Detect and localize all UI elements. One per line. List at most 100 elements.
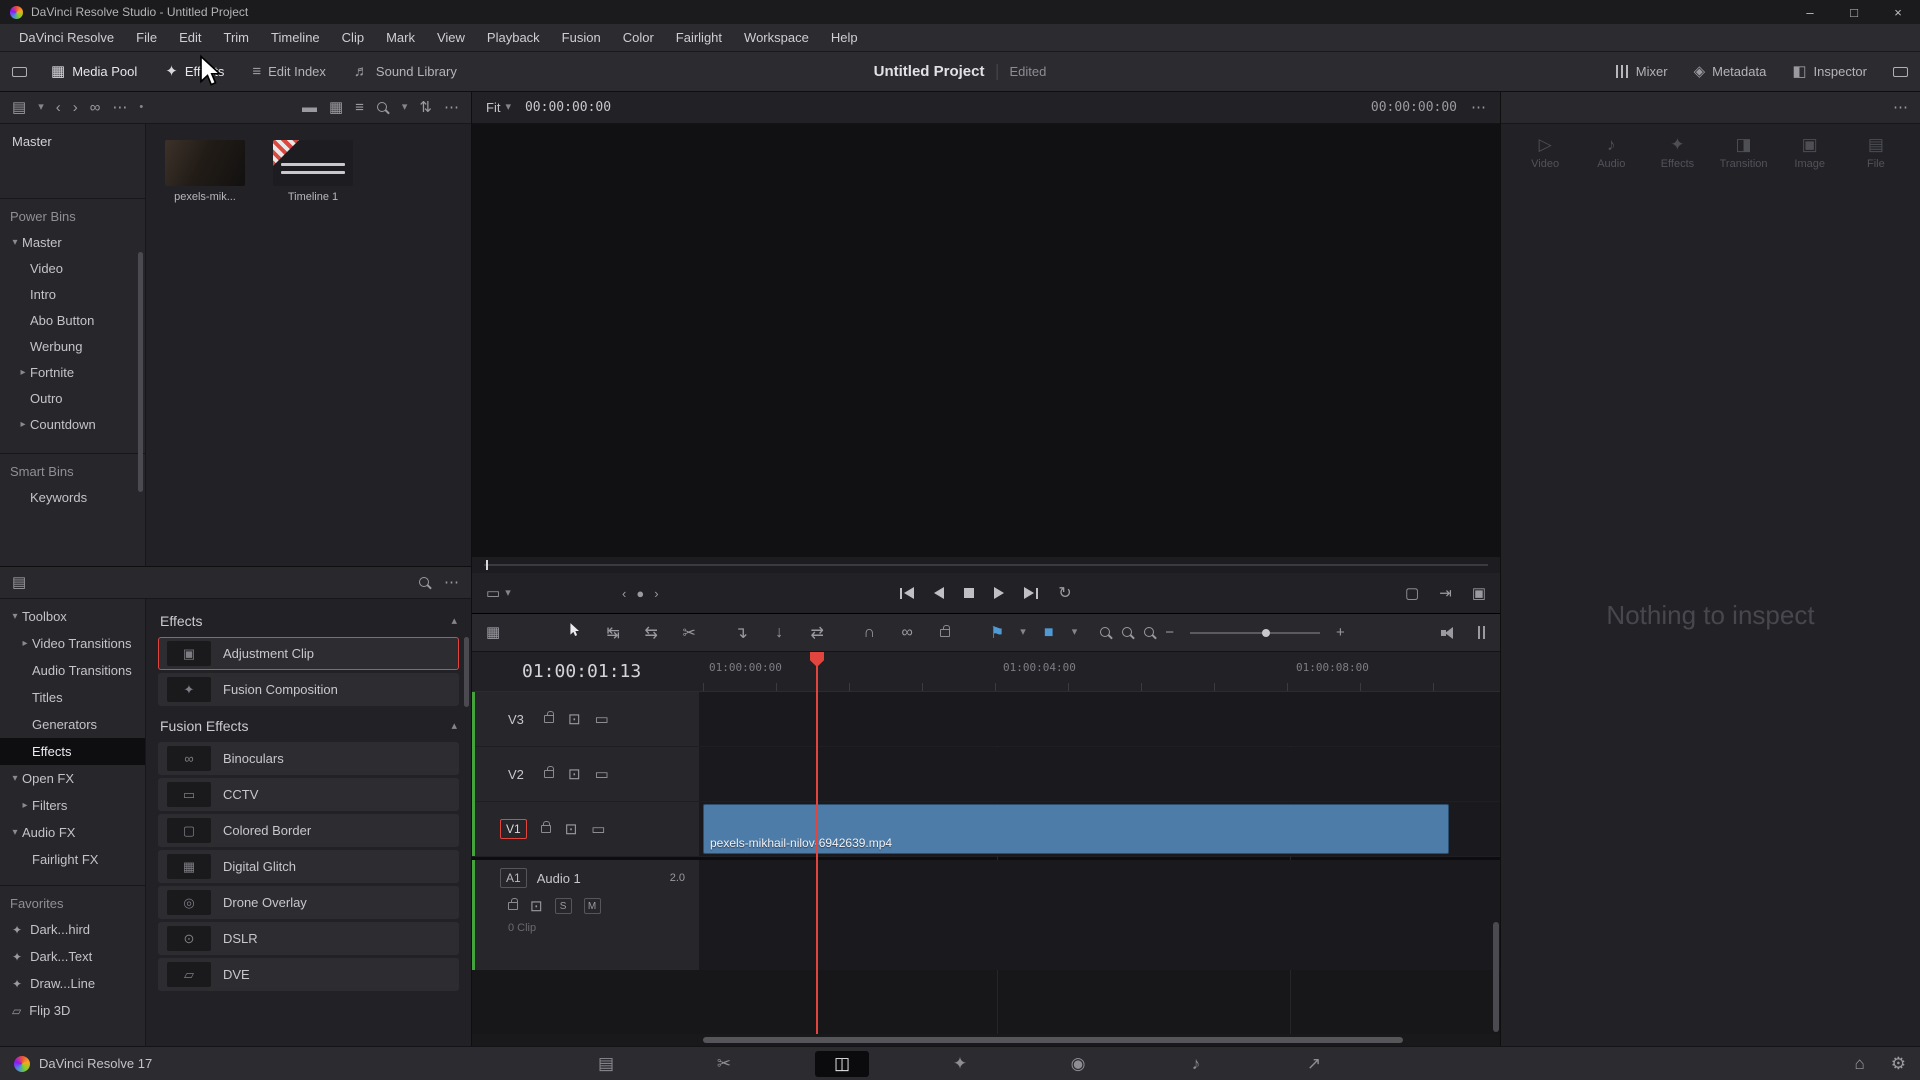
media-pool-options-icon[interactable]: ⋯ <box>444 100 459 115</box>
mute-button[interactable]: M <box>583 898 601 914</box>
lock-track-icon[interactable] <box>508 898 518 910</box>
effects-panel-toggle-icon[interactable]: ▤ <box>12 575 26 590</box>
media-clip-card[interactable]: pexels-mik... <box>164 140 246 203</box>
favorite-item-3[interactable]: ✦ Draw...Line <box>0 970 145 997</box>
audio-monitor-icon[interactable] <box>1441 626 1457 639</box>
detail-zoom-icon[interactable] <box>1121 626 1135 640</box>
collapse-section-icon[interactable]: ▴ <box>451 615 457 627</box>
auto-select-icon[interactable]: ⊡ <box>530 899 543 914</box>
timeline-view-options-icon[interactable]: ▦ <box>486 625 500 640</box>
dynamic-trim-tool[interactable]: ⇆ <box>636 623 666 643</box>
inspector-tab-transition[interactable]: ◨ Transition <box>1716 136 1772 170</box>
effects-search-icon[interactable] <box>418 576 432 590</box>
jog-icon[interactable]: ● <box>636 587 644 600</box>
flag-button[interactable]: ⚑ <box>982 623 1012 643</box>
chevron-down-icon[interactable]: ▾ <box>38 102 44 113</box>
menu-fusion[interactable]: Fusion <box>551 30 612 45</box>
effect-cctv[interactable]: ▭ CCTV <box>158 778 459 811</box>
play-reverse-button[interactable] <box>934 587 945 599</box>
menu-workspace[interactable]: Workspace <box>733 30 820 45</box>
tree-generators[interactable]: Generators <box>0 711 145 738</box>
full-extent-zoom-icon[interactable] <box>1099 626 1113 640</box>
track-header-v1[interactable]: V1 ⊡ ▭ <box>472 802 699 856</box>
bin-video[interactable]: Video <box>0 255 145 281</box>
menu-file[interactable]: File <box>125 30 168 45</box>
page-cut[interactable]: ✂ <box>697 1051 751 1077</box>
chevron-down-icon[interactable]: ▾ <box>1020 627 1026 638</box>
zoom-slider-knob[interactable] <box>1261 628 1270 637</box>
page-deliver[interactable]: ↗ <box>1287 1051 1341 1077</box>
tree-titles[interactable]: Titles <box>0 684 145 711</box>
tree-toolbox[interactable]: ▾ Toolbox <box>0 603 145 630</box>
inspector-button[interactable]: ◧ Inspector <box>1792 64 1867 79</box>
timeline-clip-card[interactable]: Timeline 1 <box>272 140 354 203</box>
inspector-tab-image[interactable]: ▣ Image <box>1782 136 1838 170</box>
filmstrip-view-icon[interactable]: ▬ <box>302 100 317 115</box>
menu-help[interactable]: Help <box>820 30 869 45</box>
list-view-icon[interactable]: ≡ <box>355 100 364 115</box>
bin-options-icon[interactable]: ⋯ <box>112 100 127 115</box>
page-edit[interactable]: ◫ <box>815 1050 869 1077</box>
zoom-dropdown[interactable]: Fit ▾ <box>486 100 511 115</box>
source-patch-icon[interactable]: ▭ <box>595 767 609 782</box>
viewer-scrub-bar[interactable] <box>472 557 1500 573</box>
lock-track-icon[interactable] <box>544 711 554 723</box>
linked-bins-icon[interactable]: ∞ <box>90 100 101 115</box>
first-frame-button[interactable] <box>900 587 915 599</box>
project-home-icon[interactable]: ⌂ <box>1854 1055 1864 1072</box>
media-pool-button[interactable]: ▦ Media Pool <box>51 64 137 79</box>
marker-button[interactable]: ■ <box>1034 624 1064 642</box>
favorite-item-flip-3d[interactable]: ▱ Flip 3D <box>0 997 145 1024</box>
bin-outro[interactable]: Outro <box>0 385 145 411</box>
tree-video-transitions[interactable]: ▸ Video Transitions <box>0 630 145 657</box>
effect-dslr[interactable]: ⊙ DSLR <box>158 922 459 955</box>
loop-button[interactable]: ↻ <box>1058 583 1071 603</box>
inspector-tab-file[interactable]: ▤ File <box>1848 136 1904 170</box>
bin-abo-button[interactable]: Abo Button <box>0 307 145 333</box>
auto-select-icon[interactable]: ⊡ <box>565 822 578 837</box>
inspector-tab-video[interactable]: ▷ Video <box>1517 136 1573 170</box>
bin-fortnite[interactable]: ▸ Fortnite <box>0 359 145 385</box>
effects-scrollbar[interactable] <box>464 637 469 707</box>
sound-library-button[interactable]: ♬ Sound Library <box>354 64 457 79</box>
menu-edit[interactable]: Edit <box>168 30 212 45</box>
menu-playback[interactable]: Playback <box>476 30 551 45</box>
overwrite-clip-button[interactable]: ↓ <box>764 624 794 642</box>
linked-selection-button[interactable]: ∞ <box>892 624 922 642</box>
inspector-tab-audio[interactable]: ♪ Audio <box>1583 136 1639 170</box>
search-icon[interactable] <box>376 101 390 115</box>
goto-in-icon[interactable]: ⇥ <box>1439 586 1452 601</box>
effect-drone-overlay[interactable]: ◎ Drone Overlay <box>158 886 459 919</box>
page-fusion[interactable]: ✦ <box>933 1051 987 1077</box>
thumbnail-view-icon[interactable]: ▦ <box>329 100 343 115</box>
effects-options-icon[interactable]: ⋯ <box>444 575 459 590</box>
tree-open-fx[interactable]: ▾ Open FX <box>0 765 145 792</box>
maximize-button[interactable]: □ <box>1832 0 1876 24</box>
auto-select-icon[interactable]: ⊡ <box>568 712 581 727</box>
menu-davinci-resolve[interactable]: DaVinci Resolve <box>8 30 125 45</box>
viewer-mode-dropdown[interactable]: ▭ ▾ <box>486 586 511 601</box>
tree-effects[interactable]: Effects <box>0 738 145 765</box>
collapse-section-icon[interactable]: ▴ <box>451 720 457 732</box>
settings-gear-icon[interactable]: ⚙ <box>1891 1055 1906 1072</box>
menu-clip[interactable]: Clip <box>331 30 375 45</box>
razor-tool[interactable]: ✂ <box>674 623 704 643</box>
mixer-button[interactable]: Mixer <box>1614 64 1668 79</box>
chevron-down-icon[interactable]: ▾ <box>1072 627 1078 638</box>
minimize-button[interactable]: – <box>1788 0 1832 24</box>
effect-fusion-composition[interactable]: ✦ Fusion Composition <box>158 673 459 706</box>
menu-mark[interactable]: Mark <box>375 30 426 45</box>
track-lane-a1[interactable] <box>699 860 1500 970</box>
replace-clip-button[interactable]: ⇄ <box>802 623 832 643</box>
menu-trim[interactable]: Trim <box>213 30 261 45</box>
auto-select-icon[interactable]: ⊡ <box>568 767 581 782</box>
source-patch-icon[interactable]: ▭ <box>595 712 609 727</box>
effect-dve[interactable]: ▱ DVE <box>158 958 459 991</box>
effect-digital-glitch[interactable]: ▦ Digital Glitch <box>158 850 459 883</box>
sort-icon[interactable]: ⇅ <box>419 100 432 115</box>
tree-audio-fx[interactable]: ▾ Audio FX <box>0 819 145 846</box>
menu-timeline[interactable]: Timeline <box>260 30 331 45</box>
bin-werbung[interactable]: Werbung <box>0 333 145 359</box>
inspector-options-icon[interactable]: ⋯ <box>1893 100 1908 115</box>
page-color[interactable]: ◉ <box>1051 1051 1105 1077</box>
